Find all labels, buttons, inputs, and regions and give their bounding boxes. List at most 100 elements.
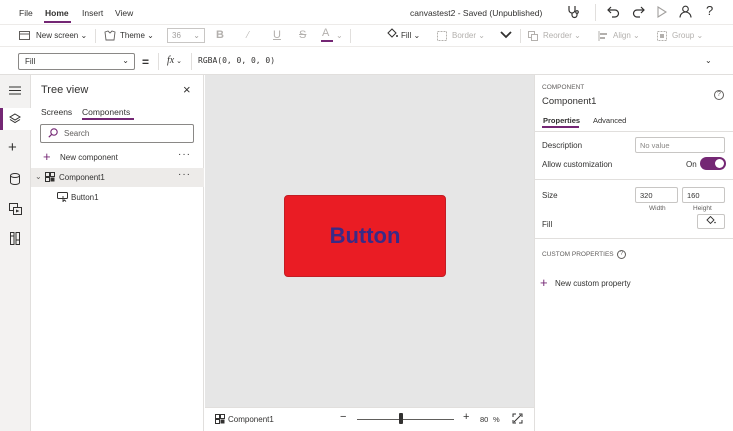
new-component-button[interactable]: New component: [60, 153, 118, 162]
tab-screens[interactable]: Screens: [41, 107, 72, 117]
font-size-select[interactable]: 36 ⌄: [167, 28, 205, 43]
strikethrough-icon[interactable]: S: [299, 29, 306, 41]
chevron-down-icon[interactable]: ⌄: [35, 172, 42, 181]
menu-insert[interactable]: Insert: [82, 8, 103, 18]
font-color-chevron-icon[interactable]: ⌄: [336, 31, 343, 40]
menu-file[interactable]: File: [19, 8, 33, 18]
height-value: 160: [687, 191, 700, 200]
search-icon: [48, 128, 58, 138]
equals-sign: =: [142, 55, 150, 69]
new-screen-button[interactable]: New screen ⌄: [36, 31, 87, 40]
description-placeholder: No value: [640, 141, 670, 150]
play-icon[interactable]: [656, 6, 667, 18]
allow-customization-state: On: [686, 160, 697, 169]
description-input[interactable]: No value: [635, 137, 725, 153]
custom-properties-header: CUSTOM PROPERTIES: [542, 251, 614, 258]
tab-properties[interactable]: Properties: [543, 116, 580, 125]
info-icon[interactable]: ?: [617, 250, 626, 259]
width-value: 320: [640, 191, 653, 200]
italic-icon[interactable]: /: [246, 29, 249, 41]
new-screen-icon: [19, 31, 30, 40]
align-icon: [598, 31, 608, 41]
divider: [520, 29, 521, 43]
property-value: Fill: [25, 57, 36, 66]
zoom-slider[interactable]: [357, 419, 454, 420]
canvas-button[interactable]: Button: [284, 195, 446, 277]
divider: [595, 4, 596, 21]
property-select[interactable]: Fill ⌄: [18, 53, 135, 70]
new-custom-property-plus-icon[interactable]: +: [540, 276, 548, 289]
tree-item-component1[interactable]: Component1: [59, 173, 105, 182]
theme-button[interactable]: Theme ⌄: [120, 31, 154, 40]
align-label: Align: [613, 31, 631, 40]
data-icon[interactable]: [10, 173, 20, 185]
width-input[interactable]: 320: [635, 187, 678, 203]
app-title: canvastest2 - Saved (Unpublished): [410, 8, 543, 18]
size-label: Size: [542, 191, 558, 200]
more-options-icon[interactable]: ···: [178, 169, 191, 180]
allow-customization-label: Allow customization: [542, 160, 613, 169]
close-icon[interactable]: ×: [183, 82, 191, 97]
fill-label: Fill: [542, 220, 553, 229]
formula-expand-icon[interactable]: ⌄: [705, 56, 712, 65]
align-button[interactable]: Align ⌄: [613, 31, 640, 40]
function-button[interactable]: fx ⌄: [158, 53, 192, 70]
formula-input[interactable]: RGBA(0, 0, 0, 0): [196, 53, 716, 70]
canvas-button-label: Button: [329, 223, 401, 248]
media-icon[interactable]: [9, 203, 22, 215]
border-label: Border: [452, 31, 477, 40]
component-icon: [215, 414, 225, 424]
zoom-in-icon[interactable]: +: [463, 411, 469, 423]
fill-label: Fill: [401, 31, 412, 40]
fill-button[interactable]: Fill ⌄: [401, 31, 420, 40]
more-chevron-icon[interactable]: [499, 30, 513, 40]
new-component-plus-icon[interactable]: +: [43, 150, 51, 163]
theme-label: Theme: [120, 31, 145, 40]
group-button[interactable]: Group ⌄: [672, 31, 703, 40]
reorder-label: Reorder: [543, 31, 572, 40]
zoom-slider-thumb[interactable]: [398, 413, 403, 424]
insert-plus-icon[interactable]: +: [8, 140, 17, 155]
user-icon[interactable]: [679, 5, 692, 18]
redo-icon[interactable]: [632, 5, 645, 18]
layers-icon[interactable]: [9, 113, 21, 125]
tree-item-button1[interactable]: Button1: [71, 193, 99, 202]
font-size-value: 36: [172, 31, 181, 40]
tree-view-title: Tree view: [41, 84, 89, 96]
search-placeholder: Search: [64, 129, 90, 138]
divider: [534, 238, 733, 239]
menu-home[interactable]: Home: [45, 8, 69, 18]
tab-components[interactable]: Components: [82, 107, 130, 117]
button-control-icon: [57, 192, 68, 202]
app-checker-icon[interactable]: [566, 5, 580, 19]
reorder-button[interactable]: Reorder ⌄: [543, 31, 581, 40]
menu-view[interactable]: View: [115, 8, 133, 18]
more-options-icon[interactable]: ···: [178, 149, 191, 160]
help-icon[interactable]: ?: [706, 3, 713, 18]
height-caption: Height: [693, 205, 712, 212]
border-button[interactable]: Border ⌄: [452, 31, 485, 40]
divider: [350, 29, 351, 43]
zoom-out-icon[interactable]: −: [340, 411, 346, 423]
width-caption: Width: [649, 205, 666, 212]
status-component-name[interactable]: Component1: [228, 415, 274, 424]
tab-active-indicator: [542, 126, 579, 128]
font-color-swatch: [321, 40, 333, 42]
height-input[interactable]: 160: [682, 187, 725, 203]
reorder-icon: [528, 31, 538, 41]
divider: [95, 29, 96, 43]
fit-to-window-icon[interactable]: [512, 413, 523, 424]
font-color-icon[interactable]: A: [322, 27, 329, 39]
zoom-unit: %: [493, 415, 500, 424]
hamburger-icon[interactable]: [9, 86, 21, 95]
tab-advanced[interactable]: Advanced: [593, 116, 626, 125]
advanced-tools-icon[interactable]: [10, 232, 20, 245]
bold-icon[interactable]: B: [216, 29, 224, 41]
menu-bar: [0, 0, 733, 25]
new-custom-property-button[interactable]: New custom property: [555, 279, 631, 288]
underline-icon[interactable]: U: [273, 29, 281, 41]
description-label: Description: [542, 141, 583, 150]
fill-bucket-icon: [706, 216, 716, 225]
info-icon[interactable]: ?: [714, 90, 724, 100]
undo-icon[interactable]: [607, 5, 620, 18]
